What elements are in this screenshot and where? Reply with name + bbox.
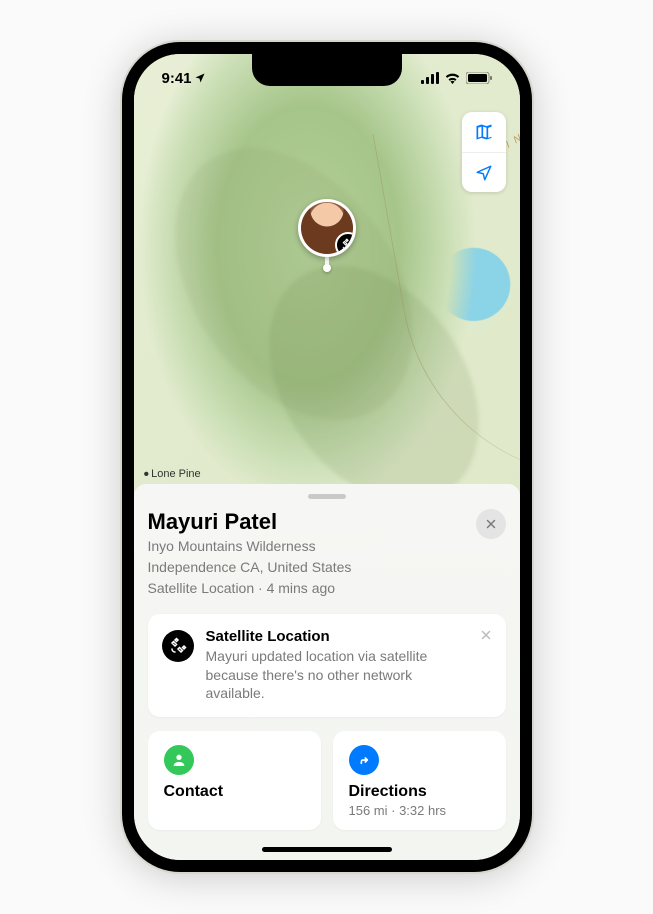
- locate-me-button[interactable]: [462, 152, 506, 192]
- directions-icon: [349, 745, 379, 775]
- screen: 9:41 SALIN Lone Pine: [134, 54, 520, 860]
- directions-label: Directions: [349, 783, 490, 801]
- satellite-info-card: Satellite Location Mayuri updated locati…: [148, 614, 506, 718]
- home-indicator[interactable]: [262, 847, 392, 852]
- contact-button[interactable]: Contact: [148, 731, 321, 830]
- close-icon: [480, 629, 492, 641]
- detail-sheet[interactable]: Mayuri Patel Inyo Mountains Wilderness I…: [134, 484, 520, 860]
- wifi-icon: [444, 72, 461, 84]
- directions-subtitle: 156 mi · 3:32 hrs: [349, 803, 490, 818]
- map-mode-button[interactable]: [462, 112, 506, 152]
- person-location-pin[interactable]: [298, 199, 356, 272]
- close-sheet-button[interactable]: [476, 509, 506, 539]
- satellite-badge-icon: [335, 232, 356, 257]
- notch: [252, 54, 402, 86]
- person-location-status: Satellite Location · 4 mins ago: [148, 579, 352, 598]
- person-name: Mayuri Patel: [148, 509, 352, 535]
- directions-button[interactable]: Directions 156 mi · 3:32 hrs: [333, 731, 506, 830]
- avatar: [298, 199, 356, 257]
- person-location-line1: Inyo Mountains Wilderness: [148, 537, 352, 556]
- satellite-card-body: Mayuri updated location via satellite be…: [206, 647, 468, 704]
- satellite-card-title: Satellite Location: [206, 628, 468, 645]
- location-services-icon: [194, 72, 206, 84]
- battery-icon: [466, 72, 492, 84]
- contact-icon: [164, 745, 194, 775]
- map-label-lone-pine: Lone Pine: [144, 466, 201, 484]
- dismiss-satellite-card-button[interactable]: [480, 628, 492, 646]
- map-controls: [462, 112, 506, 192]
- iphone-frame: 9:41 SALIN Lone Pine: [122, 42, 532, 872]
- status-time: 9:41: [162, 70, 192, 87]
- person-location-line2: Independence CA, United States: [148, 558, 352, 577]
- cellular-signal-icon: [421, 72, 439, 84]
- contact-label: Contact: [164, 783, 305, 801]
- sheet-grabber[interactable]: [308, 494, 346, 499]
- satellite-icon: [162, 630, 194, 662]
- close-icon: [485, 518, 497, 530]
